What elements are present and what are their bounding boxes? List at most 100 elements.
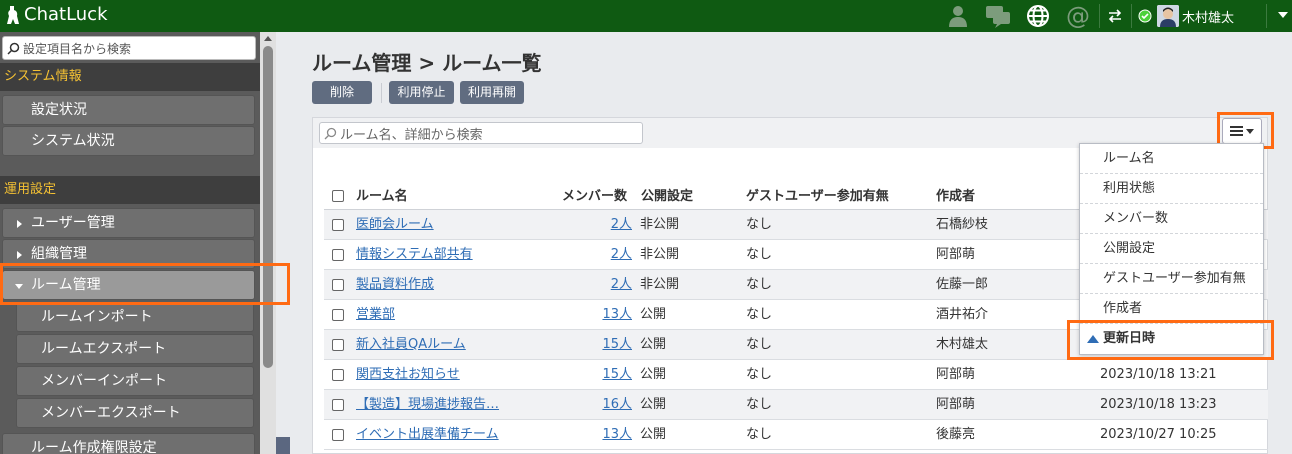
row-checkbox[interactable] bbox=[332, 369, 344, 381]
creator-value: 後藤亮 bbox=[936, 427, 976, 442]
sidebar-subitem-member-import[interactable]: メンバーインポート bbox=[16, 366, 254, 396]
member-count-link[interactable]: 2人 bbox=[592, 240, 632, 270]
room-name-link[interactable]: イベント出展準備チーム bbox=[356, 420, 499, 450]
guest-value: なし bbox=[746, 247, 773, 262]
room-search-placeholder: ルーム名、詳細から検索 bbox=[340, 127, 483, 143]
table-row[interactable]: 【製造】現場進捗報告… 16人 公開 なし 阿部萌 2023/10/18 13:… bbox=[324, 390, 1268, 420]
column-header-members[interactable]: メンバー数 bbox=[562, 185, 627, 204]
divider bbox=[1266, 4, 1267, 28]
column-menu-item[interactable]: ゲストユーザー参加有無 bbox=[1080, 264, 1263, 294]
app-name: ChatLuck bbox=[24, 4, 108, 25]
sidebar-item-label: 組織管理 bbox=[31, 246, 87, 262]
page-title: ルーム管理 > ルーム一覧 bbox=[312, 51, 542, 75]
column-header-guest[interactable]: ゲストユーザー参加有無 bbox=[746, 185, 889, 204]
member-count-link[interactable]: 15人 bbox=[592, 330, 632, 360]
visibility-value: 公開 bbox=[640, 397, 667, 412]
updated-value: 2023/10/18 13:23 bbox=[1100, 397, 1217, 412]
sidebar-scrollbar[interactable] bbox=[260, 32, 276, 454]
creator-value: 阿部萌 bbox=[936, 247, 976, 262]
divider bbox=[381, 83, 382, 103]
creator-value: 阿部萌 bbox=[936, 367, 976, 382]
creator-value: 阿部萌 bbox=[936, 397, 976, 412]
sidebar-item-label: ユーザー管理 bbox=[31, 215, 115, 231]
switch-icon[interactable] bbox=[1101, 2, 1129, 30]
app-logo[interactable]: ChatLuck bbox=[6, 4, 108, 25]
column-menu-item[interactable]: 利用状態 bbox=[1080, 174, 1263, 204]
sidebar-subitem-room-import[interactable]: ルームインポート bbox=[16, 302, 254, 332]
chevron-right-icon bbox=[17, 220, 22, 228]
user-menu[interactable]: 木村雄太 bbox=[1138, 5, 1234, 27]
row-checkbox[interactable] bbox=[332, 429, 344, 441]
column-header-visibility[interactable]: 公開設定 bbox=[641, 185, 693, 204]
member-count-link[interactable]: 2人 bbox=[592, 210, 632, 240]
creator-value: 佐藤一郎 bbox=[936, 277, 989, 292]
guest-value: なし bbox=[746, 277, 773, 292]
row-checkbox[interactable] bbox=[332, 309, 344, 321]
row-checkbox[interactable] bbox=[332, 249, 344, 261]
delete-button[interactable]: 削除 bbox=[312, 81, 372, 104]
visibility-value: 公開 bbox=[640, 307, 667, 322]
mention-icon[interactable]: @ bbox=[1064, 2, 1092, 30]
room-name-link[interactable]: 新入社員QAルーム bbox=[356, 330, 466, 360]
table-row[interactable]: 関西支社お知らせ 15人 公開 なし 阿部萌 2023/10/18 13:21 bbox=[324, 360, 1268, 390]
visibility-value: 非公開 bbox=[640, 247, 680, 262]
creator-value: 石橋紗枝 bbox=[936, 217, 989, 232]
table-row[interactable]: イベント出展準備チーム 13人 公開 なし 後藤亮 2023/10/27 10:… bbox=[324, 420, 1268, 450]
room-name-link[interactable]: 営業部 bbox=[356, 300, 395, 330]
row-checkbox[interactable] bbox=[332, 339, 344, 351]
room-search-input[interactable]: ルーム名、詳細から検索 bbox=[319, 122, 643, 144]
column-menu-item[interactable]: 公開設定 bbox=[1080, 234, 1263, 264]
scroll-up-icon[interactable] bbox=[264, 36, 272, 41]
member-count-link[interactable]: 16人 bbox=[592, 390, 632, 420]
visibility-value: 非公開 bbox=[640, 217, 680, 232]
member-count-link[interactable]: 2人 bbox=[592, 270, 632, 300]
member-count-link[interactable]: 13人 bbox=[592, 420, 632, 450]
visibility-value: 公開 bbox=[640, 427, 667, 442]
guest-value: なし bbox=[746, 337, 773, 352]
room-name-link[interactable]: 【製造】現場進捗報告… bbox=[356, 390, 499, 420]
bottom-strip bbox=[276, 437, 290, 454]
sidebar-subitem-room-export[interactable]: ルームエクスポート bbox=[16, 334, 254, 364]
sidebar: 設定項目名から検索 システム情報 設定状況 システム状況 運用設定 ユーザー管理… bbox=[0, 32, 260, 454]
select-all-checkbox[interactable] bbox=[332, 190, 344, 202]
column-menu-item[interactable]: ルーム名 bbox=[1080, 144, 1263, 174]
visibility-value: 非公開 bbox=[640, 277, 680, 292]
room-name-link[interactable]: 関西支社お知らせ bbox=[356, 360, 460, 390]
member-count-link[interactable]: 15人 bbox=[592, 360, 632, 390]
globe-icon[interactable] bbox=[1024, 2, 1052, 30]
section-operation-settings: 運用設定 bbox=[0, 176, 260, 204]
sidebar-search-input[interactable]: 設定項目名から検索 bbox=[2, 36, 256, 60]
suspend-button[interactable]: 利用停止 bbox=[389, 81, 454, 104]
guest-value: なし bbox=[746, 307, 773, 322]
member-count-link[interactable]: 13人 bbox=[592, 300, 632, 330]
resume-button[interactable]: 利用再開 bbox=[460, 81, 524, 104]
creator-value: 木村雄太 bbox=[936, 337, 989, 352]
row-checkbox[interactable] bbox=[332, 219, 344, 231]
row-checkbox[interactable] bbox=[332, 279, 344, 291]
guest-value: なし bbox=[746, 367, 773, 382]
column-header-creator[interactable]: 作成者 bbox=[936, 185, 975, 204]
person-icon[interactable] bbox=[944, 2, 972, 30]
top-bar: ChatLuck @ 木村雄太 bbox=[0, 0, 1292, 32]
column-header-room-name[interactable]: ルーム名 bbox=[356, 185, 408, 204]
scrollbar-thumb[interactable] bbox=[263, 46, 273, 368]
row-checkbox[interactable] bbox=[332, 399, 344, 411]
column-menu-item[interactable]: メンバー数 bbox=[1080, 204, 1263, 234]
chevron-down-icon[interactable] bbox=[1278, 12, 1288, 18]
chevron-right-icon bbox=[17, 251, 22, 259]
online-status-icon bbox=[1138, 9, 1152, 23]
creator-value: 酒井祐介 bbox=[936, 307, 989, 322]
room-name-link[interactable]: 情報システム部共有 bbox=[356, 240, 473, 270]
updated-value: 2023/10/18 13:21 bbox=[1100, 367, 1217, 382]
room-name-link[interactable]: 製品資料作成 bbox=[356, 270, 434, 300]
room-name-link[interactable]: 医師会ルーム bbox=[356, 210, 434, 240]
sidebar-item-room-creation-permission[interactable]: ルーム作成権限設定 bbox=[2, 433, 255, 454]
divider bbox=[1131, 4, 1132, 28]
svg-text:@: @ bbox=[1066, 3, 1090, 29]
sidebar-item-system-status[interactable]: システム状況 bbox=[2, 126, 255, 156]
highlight-room-management bbox=[0, 263, 290, 305]
sidebar-subitem-member-export[interactable]: メンバーエクスポート bbox=[16, 398, 254, 428]
chat-icon[interactable] bbox=[984, 2, 1012, 30]
sidebar-item-user-management[interactable]: ユーザー管理 bbox=[2, 208, 255, 238]
sidebar-item-settings-status[interactable]: 設定状況 bbox=[2, 95, 255, 125]
